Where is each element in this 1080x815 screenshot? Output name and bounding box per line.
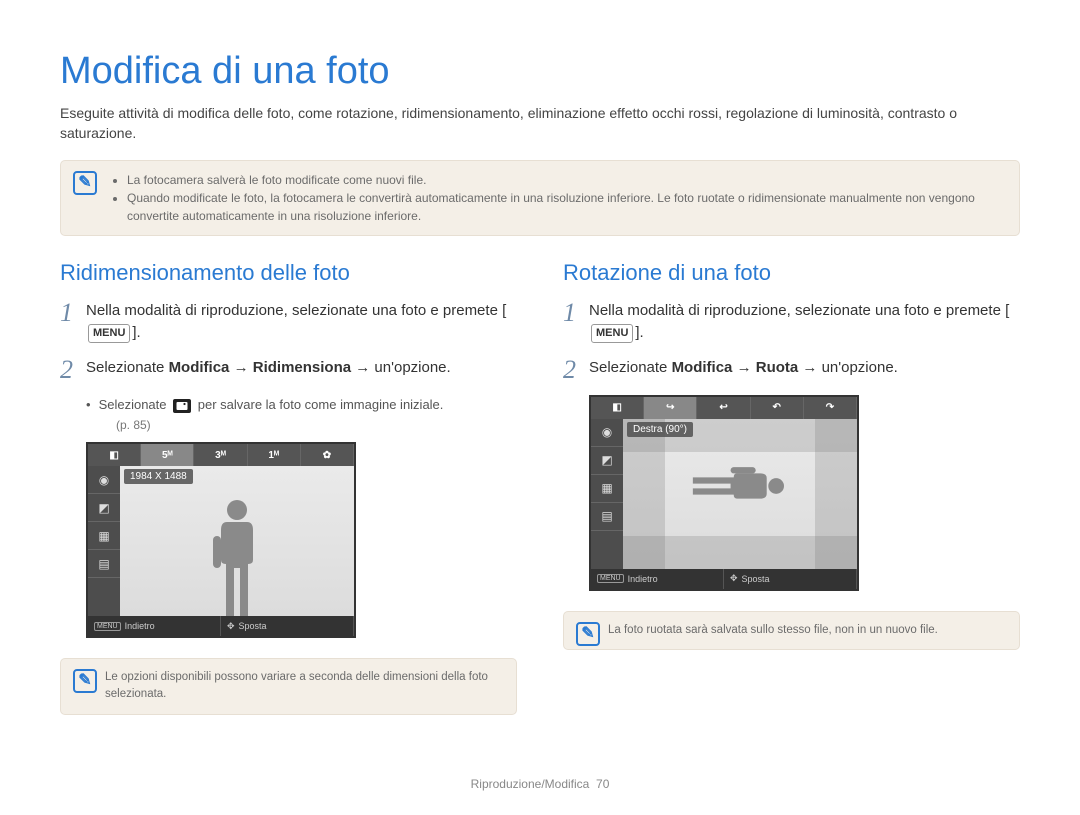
step-number: 2 <box>60 357 86 383</box>
start-image-icon <box>173 399 191 413</box>
lcd-tab: 3ᴹ <box>194 444 247 466</box>
menu-mini-label: MENU <box>94 622 121 631</box>
note-icon: ✎ <box>73 669 97 693</box>
step-text: Nella modalità di riproduzione, selezion… <box>86 302 506 319</box>
person-silhouette <box>209 496 265 616</box>
lcd-side-icon: ◉ <box>88 466 120 494</box>
page-reference: (p. 85) <box>116 418 517 432</box>
rotate-note-text: La foto ruotata sarà salvata sullo stess… <box>608 624 938 636</box>
move-icon: ✥ <box>227 621 235 632</box>
rotate-heading: Rotazione di una foto <box>563 260 1020 286</box>
substep-text: per salvare la foto come immagine inizia… <box>194 397 443 412</box>
resize-substep: • Selezionate per salvare la foto come i… <box>86 395 517 415</box>
lcd-tab: 1ᴹ <box>248 444 301 466</box>
lcd-move: ✥ Sposta <box>724 569 857 589</box>
intro-text: Eseguite attività di modifica delle foto… <box>60 103 1020 144</box>
lcd-back: MENU Indietro <box>591 569 724 589</box>
step-number: 1 <box>60 300 86 326</box>
footer-section: Riproduzione/Modifica <box>471 777 590 791</box>
footer-page-number: 70 <box>596 777 609 791</box>
step-text: ]. <box>132 324 140 341</box>
lcd-side-icon: ▦ <box>88 522 120 550</box>
move-icon: ✥ <box>730 573 738 584</box>
top-note-item: La fotocamera salverà le foto modificate… <box>127 171 1005 189</box>
top-note-item: Quando modificate le foto, la fotocamera… <box>127 189 1005 225</box>
step-text-bold: Modifica → Ridimensiona <box>169 359 352 376</box>
resize-note-text: Le opzioni disponibili possono variare a… <box>105 671 488 700</box>
resize-step-2: 2 Selezionate Modifica → Ridimensiona → … <box>60 357 517 383</box>
page-footer: Riproduzione/Modifica 70 <box>0 777 1080 791</box>
step-text: Selezionate <box>86 359 169 376</box>
step-number: 1 <box>563 300 589 326</box>
rotate-step-1: 1 Nella modalità di riproduzione, selezi… <box>563 300 1020 345</box>
lcd-rotate: ◧ ↪ ↩ ↶ ↷ ◉ ◩ ▦ ▤ Destra (90°) <box>589 395 859 591</box>
lcd-side-icon: ▤ <box>591 503 623 531</box>
lcd-side-icon: ◩ <box>88 494 120 522</box>
menu-button-label: MENU <box>88 324 130 343</box>
step-text: Nella modalità di riproduzione, selezion… <box>589 302 1009 319</box>
lcd-side-icon: ▤ <box>88 550 120 578</box>
note-icon: ✎ <box>73 171 97 195</box>
person-silhouette-rotated <box>690 464 790 508</box>
lcd-resize: ◧ 5ᴹ 3ᴹ 1ᴹ ✿ ◉ ◩ ▦ ▤ 1984 X 1488 <box>86 442 356 638</box>
lcd-tab: ↩ <box>697 397 750 419</box>
lcd-move: ✥ Sposta <box>221 616 354 636</box>
lcd-rotate-label: Destra (90°) <box>627 422 693 437</box>
step-number: 2 <box>563 357 589 383</box>
step-text: Selezionate <box>589 359 672 376</box>
top-note-box: ✎ La fotocamera salverà le foto modifica… <box>60 160 1020 236</box>
lcd-tab: 5ᴹ <box>141 444 194 466</box>
right-column: Rotazione di una foto 1 Nella modalità d… <box>563 260 1020 739</box>
left-column: Ridimensionamento delle foto 1 Nella mod… <box>60 260 517 739</box>
resize-heading: Ridimensionamento delle foto <box>60 260 517 286</box>
lcd-side-icon: ◉ <box>591 419 623 447</box>
resize-step-1: 1 Nella modalità di riproduzione, selezi… <box>60 300 517 345</box>
rotate-step-2: 2 Selezionate Modifica → Ruota → un'opzi… <box>563 357 1020 383</box>
lcd-resolution-label: 1984 X 1488 <box>124 469 193 484</box>
menu-button-label: MENU <box>591 324 633 343</box>
menu-mini-label: MENU <box>597 574 624 583</box>
rotate-note-box: ✎ La foto ruotata sarà salvata sullo ste… <box>563 611 1020 650</box>
lcd-tab: ↶ <box>751 397 804 419</box>
lcd-tab: ◧ <box>591 397 644 419</box>
resize-note-box: ✎ Le opzioni disponibili possono variare… <box>60 658 517 715</box>
page-title: Modifica di una foto <box>60 50 1020 93</box>
lcd-back: MENU Indietro <box>88 616 221 636</box>
step-text: → un'opzione. <box>798 359 898 376</box>
step-text: ]. <box>635 324 643 341</box>
lcd-side-icon: ◩ <box>591 447 623 475</box>
lcd-tab: ↪ <box>644 397 697 419</box>
lcd-tab: ✿ <box>301 444 354 466</box>
substep-text: Selezionate <box>99 397 171 412</box>
step-text-bold: Modifica → Ruota <box>672 359 799 376</box>
note-icon: ✎ <box>576 622 600 646</box>
step-text: → un'opzione. <box>351 359 451 376</box>
lcd-side-icon: ▦ <box>591 475 623 503</box>
lcd-tab: ↷ <box>804 397 857 419</box>
lcd-tab: ◧ <box>88 444 141 466</box>
